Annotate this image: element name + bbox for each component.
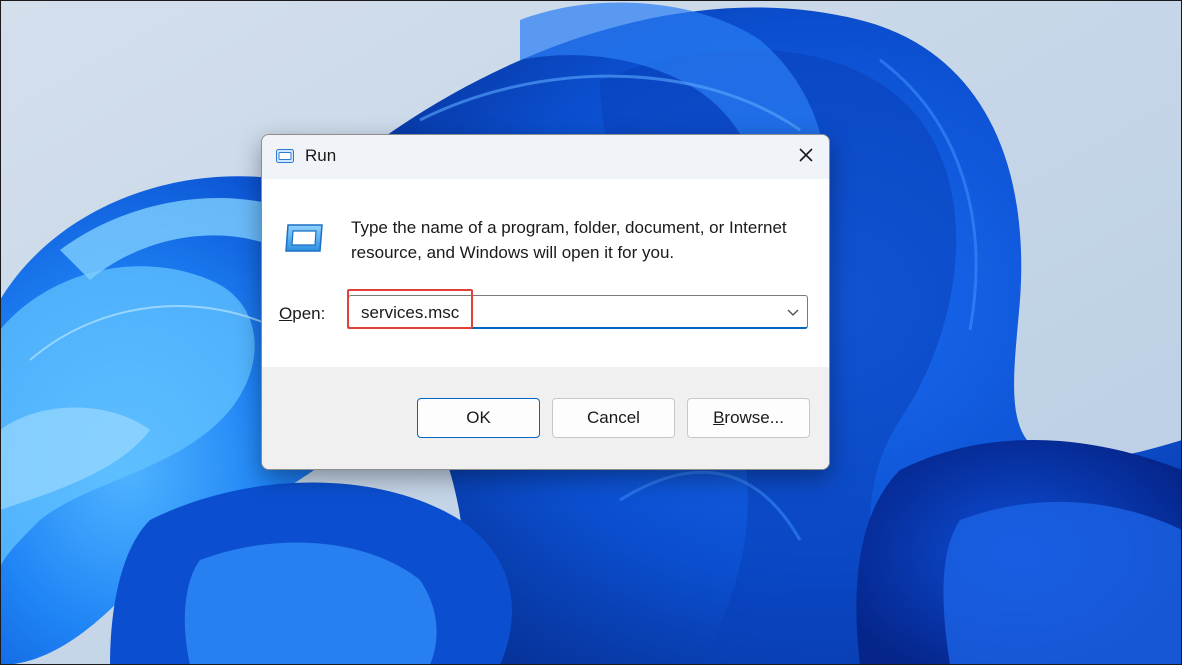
close-icon: [798, 147, 814, 168]
run-app-icon: [276, 149, 294, 163]
title-bar[interactable]: Run: [262, 135, 829, 179]
open-label: Open:: [279, 304, 325, 324]
run-description: Type the name of a program, folder, docu…: [351, 218, 787, 262]
browse-accelerator: B: [713, 408, 725, 427]
run-app-icon: [282, 223, 326, 255]
open-input[interactable]: services.msc: [361, 303, 459, 323]
open-label-accelerator: O: [279, 304, 293, 323]
window-title: Run: [305, 146, 337, 165]
ok-button[interactable]: OK: [417, 398, 540, 438]
browse-label: rowse...: [724, 408, 784, 427]
dialog-footer: OK Cancel Browse...: [262, 367, 829, 469]
close-button[interactable]: [783, 135, 829, 179]
browse-button[interactable]: Browse...: [687, 398, 810, 438]
dialog-body: Type the name of a program, folder, docu…: [262, 179, 829, 367]
cancel-button[interactable]: Cancel: [552, 398, 675, 438]
chevron-down-icon[interactable]: [785, 304, 801, 320]
open-label-text: pen:: [292, 304, 326, 323]
open-combobox[interactable]: services.msc: [348, 295, 808, 329]
run-dialog: Run Type the name of a program, folder, …: [261, 134, 830, 470]
